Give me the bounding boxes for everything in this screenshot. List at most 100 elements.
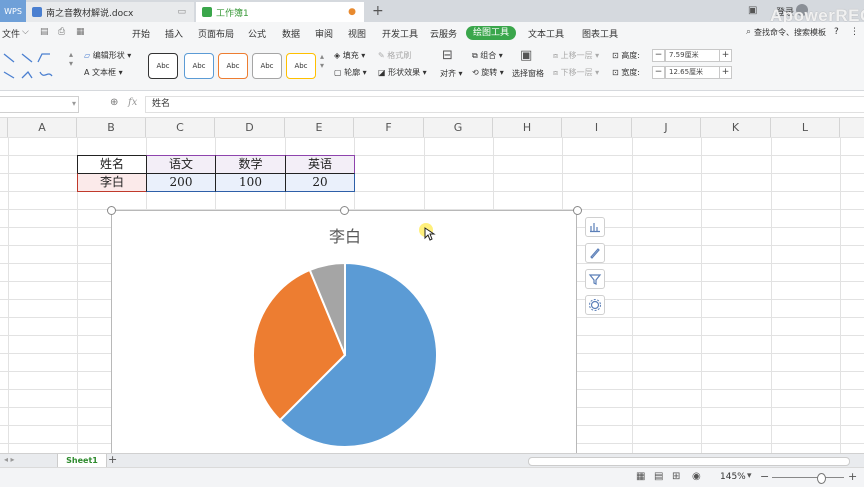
formula-input[interactable]: 姓名 <box>145 96 864 113</box>
width-decrease-button[interactable]: − <box>652 66 665 79</box>
zoom-out-button[interactable]: − <box>760 470 769 483</box>
menu-insert[interactable]: 插入 <box>165 27 183 40</box>
window-icon[interactable]: ▣ <box>748 5 757 16</box>
name-box-dropdown-icon[interactable]: ▾ <box>72 99 76 108</box>
zoom-in-button[interactable]: + <box>848 470 857 483</box>
fx-icon[interactable]: fx <box>128 97 137 108</box>
chart-elements-button[interactable] <box>585 217 605 237</box>
style-scroll-icon[interactable]: ▴ ▾ <box>320 52 324 70</box>
help-icon[interactable]: ? <box>834 27 839 37</box>
menu-developer[interactable]: 开发工具 <box>382 27 418 40</box>
chart-settings-button[interactable] <box>585 295 605 315</box>
bring-forward-button[interactable]: ⧈ 上移一层 ▾ <box>553 50 599 61</box>
save-icon[interactable]: ▤ <box>40 27 49 37</box>
new-tab-button[interactable]: + <box>372 3 384 19</box>
column-header-k[interactable]: K <box>701 118 771 137</box>
zoom-slider[interactable] <box>772 477 844 478</box>
preview-icon[interactable]: ▦ <box>76 27 85 37</box>
gallery-scroll-icon[interactable]: ▴ ▾ <box>69 50 73 68</box>
pie-plot[interactable] <box>112 211 578 461</box>
cell-b3-li-bai[interactable]: 李白 <box>77 173 147 192</box>
menu-cloud[interactable]: 云服务 <box>430 27 457 40</box>
name-box[interactable]: ▾ <box>0 96 79 113</box>
column-header-j[interactable]: J <box>632 118 701 137</box>
document-tab[interactable]: 南之音教材解说.docx ▭ <box>26 2 194 22</box>
column-header-g[interactable]: G <box>424 118 493 137</box>
shape-style-black[interactable]: Abc <box>148 53 178 79</box>
height-decrease-button[interactable]: − <box>652 49 665 62</box>
menu-review[interactable]: 审阅 <box>315 27 333 40</box>
page-break-view-icon[interactable]: ▤ <box>654 471 663 482</box>
select-all-corner[interactable] <box>0 118 8 137</box>
resize-handle-ne[interactable] <box>573 206 582 215</box>
unsaved-dot-icon[interactable]: ● <box>348 7 356 17</box>
height-increase-button[interactable]: + <box>719 49 732 62</box>
resize-handle-n[interactable] <box>340 206 349 215</box>
column-header-b[interactable]: B <box>77 118 146 137</box>
chart-filter-button[interactable] <box>585 269 605 289</box>
horizontal-scrollbar[interactable] <box>528 457 850 466</box>
menu-formula[interactable]: 公式 <box>248 27 266 40</box>
shape-style-yellow[interactable]: Abc <box>286 53 316 79</box>
normal-view-icon[interactable]: ▦ <box>636 471 645 482</box>
format-brush-button[interactable]: ✎ 格式刷 <box>378 50 411 61</box>
select-pane-button[interactable]: 选择窗格 <box>512 68 544 79</box>
column-header-d[interactable]: D <box>215 118 285 137</box>
shape-style-blue[interactable]: Abc <box>184 53 214 79</box>
rotate-button[interactable]: ⟲ 旋转 ▾ <box>472 67 504 78</box>
cell-b2-name-header[interactable]: 姓名 <box>77 155 147 174</box>
shape-style-orange[interactable]: Abc <box>218 53 248 79</box>
monitor-icon[interactable]: ▭ <box>177 7 186 17</box>
cell-d3-math-score[interactable]: 100 <box>215 173 286 192</box>
menu-start[interactable]: 开始 <box>132 27 150 40</box>
menu-chart-tools[interactable]: 图表工具 <box>582 27 618 40</box>
cell-e3-english-score[interactable]: 20 <box>285 173 355 192</box>
menu-page-layout[interactable]: 页面布局 <box>198 27 234 40</box>
column-header-f[interactable]: F <box>354 118 424 137</box>
wps-home-tab[interactable]: WPS <box>0 0 26 22</box>
zoom-slider-thumb[interactable] <box>817 473 826 484</box>
column-header-e[interactable]: E <box>285 118 354 137</box>
eye-protect-icon[interactable]: ◉ <box>692 471 701 482</box>
shape-style-gray[interactable]: Abc <box>252 53 282 79</box>
resize-handle-nw[interactable] <box>107 206 116 215</box>
column-header-a[interactable]: A <box>8 118 77 137</box>
zoom-formula-icon[interactable]: ⊕ <box>110 97 118 108</box>
shape-gallery[interactable] <box>2 48 66 82</box>
workbook-tab[interactable]: 工作簿1 ● <box>196 2 364 22</box>
column-header-h[interactable]: H <box>493 118 562 137</box>
fill-button[interactable]: ◈ 填充 ▾ <box>334 50 365 61</box>
shape-effect-button[interactable]: ◪ 形状效果 ▾ <box>378 67 427 78</box>
cell-c3-chinese-score[interactable]: 200 <box>146 173 216 192</box>
sheet-nav-icon[interactable]: ◂ ▸ <box>4 455 15 464</box>
zoom-dropdown-icon[interactable]: ▾ <box>747 471 752 481</box>
file-menu[interactable]: 文件 <box>2 27 20 40</box>
textbox-button[interactable]: A 文本框 ▾ <box>84 67 123 78</box>
print-icon[interactable]: ⎙ <box>58 27 65 37</box>
menu-data[interactable]: 数据 <box>282 27 300 40</box>
zoom-level[interactable]: 145% <box>720 472 746 482</box>
pie-chart[interactable]: 李白 <box>111 210 577 460</box>
width-increase-button[interactable]: + <box>719 66 732 79</box>
menu-text-tools[interactable]: 文本工具 <box>528 27 564 40</box>
outline-button[interactable]: ▢ 轮廓 ▾ <box>334 67 367 78</box>
column-header-i[interactable]: I <box>562 118 632 137</box>
add-sheet-button[interactable]: + <box>108 453 117 466</box>
group-button[interactable]: ⧉ 组合 ▾ <box>472 50 503 61</box>
menu-view[interactable]: 视图 <box>348 27 366 40</box>
align-button[interactable]: 对齐 ▾ <box>440 68 463 79</box>
column-header-c[interactable]: C <box>146 118 215 137</box>
edit-shape-button[interactable]: ▱ 编辑形状 ▾ <box>84 50 131 61</box>
cell-c2-chinese-header[interactable]: 语文 <box>146 155 216 174</box>
send-backward-button[interactable]: ⧈ 下移一层 ▾ <box>553 67 599 78</box>
chart-style-button[interactable] <box>585 243 605 263</box>
page-layout-view-icon[interactable]: ⊞ <box>672 471 680 482</box>
search-command[interactable]: 查找命令、搜索模板 <box>754 27 826 38</box>
cell-d2-math-header[interactable]: 数学 <box>215 155 286 174</box>
file-dropdown-icon[interactable]: ⌵ <box>22 27 29 37</box>
more-icon[interactable]: ⋮ <box>850 27 859 37</box>
menu-drawing-tools[interactable]: 绘图工具 <box>466 26 516 40</box>
column-header-l[interactable]: L <box>771 118 840 137</box>
cell-e2-english-header[interactable]: 英语 <box>285 155 355 174</box>
search-icon[interactable]: ⌕ <box>746 27 751 37</box>
